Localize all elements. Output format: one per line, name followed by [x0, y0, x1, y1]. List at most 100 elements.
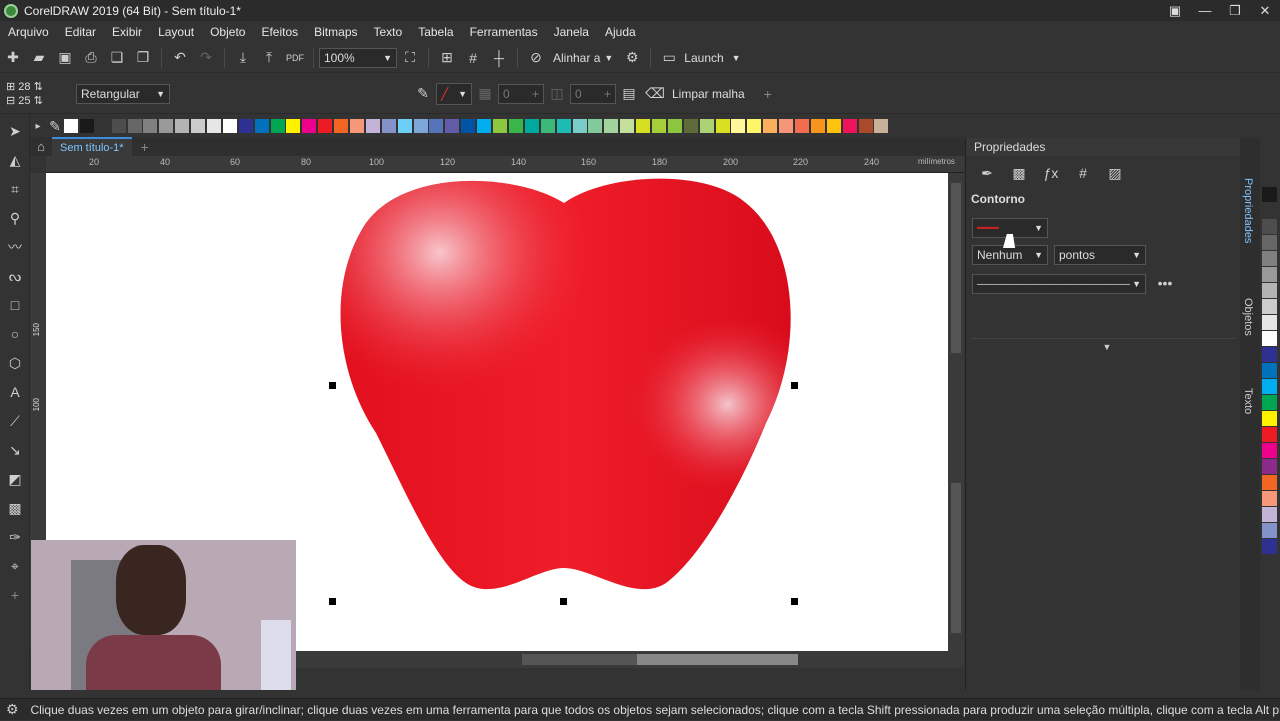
- align-dropdown[interactable]: Alinhar a: [553, 51, 600, 65]
- more-options-icon[interactable]: •••: [1154, 272, 1176, 294]
- palette-swatch[interactable]: [429, 119, 444, 133]
- menu-exibir[interactable]: Exibir: [104, 25, 150, 39]
- grid-icon[interactable]: #: [462, 47, 484, 69]
- palette-swatch[interactable]: [222, 119, 237, 133]
- menu-tabela[interactable]: Tabela: [410, 25, 461, 39]
- palette-swatch[interactable]: [683, 119, 698, 133]
- palette-swatch[interactable]: [477, 119, 492, 133]
- pdf-icon[interactable]: PDF: [284, 47, 306, 69]
- palette-swatch[interactable]: [397, 119, 412, 133]
- outline-pen-icon[interactable]: ✒: [976, 162, 998, 184]
- selection-handle[interactable]: [791, 382, 798, 389]
- pick-tool-icon[interactable]: ➤: [2, 118, 28, 144]
- palette-swatch[interactable]: [810, 119, 825, 133]
- launch-icon[interactable]: ▭: [658, 47, 680, 69]
- palette-swatch[interactable]: [651, 119, 666, 133]
- palette-swatch[interactable]: [731, 119, 746, 133]
- print-icon[interactable]: ⎙: [80, 47, 102, 69]
- selection-handle[interactable]: [329, 382, 336, 389]
- palette-scroll-left-icon[interactable]: ▸: [32, 115, 44, 137]
- tab-texto[interactable]: Texto: [1242, 388, 1254, 414]
- open-folder-icon[interactable]: ▰: [28, 47, 50, 69]
- fill-icon[interactable]: ▩: [1008, 162, 1030, 184]
- palette-swatch[interactable]: [1262, 507, 1277, 522]
- palette-swatch[interactable]: [1262, 283, 1277, 298]
- expand-chevron-icon[interactable]: ▼: [1096, 336, 1118, 358]
- outline-width-select[interactable]: Nenhum ▼: [972, 245, 1048, 265]
- rulers-icon[interactable]: ⊞: [436, 47, 458, 69]
- palette-swatch[interactable]: [445, 119, 460, 133]
- palette-swatch[interactable]: [365, 119, 380, 133]
- palette-swatch[interactable]: [286, 119, 301, 133]
- palette-swatch[interactable]: [302, 119, 317, 133]
- zoom-to-page-icon[interactable]: ⛶: [399, 47, 421, 69]
- rectangle-tool-icon[interactable]: □: [2, 292, 28, 318]
- palette-swatch[interactable]: [207, 119, 222, 133]
- palette-swatch[interactable]: [1262, 379, 1277, 394]
- palette-swatch[interactable]: [1262, 219, 1277, 234]
- guidelines-icon[interactable]: ┼: [488, 47, 510, 69]
- palette-swatch[interactable]: [1262, 427, 1277, 442]
- palette-swatch[interactable]: [350, 119, 365, 133]
- mesh-rows[interactable]: ⊟ 25 ⇅: [6, 94, 70, 108]
- palette-swatch[interactable]: [381, 119, 396, 133]
- tab-document[interactable]: Sem título-1*: [52, 137, 132, 156]
- palette-swatch[interactable]: [1262, 443, 1277, 458]
- copy-icon[interactable]: ❏: [106, 47, 128, 69]
- palette-swatch[interactable]: [588, 119, 603, 133]
- palette-swatch[interactable]: [763, 119, 778, 133]
- palette-swatch[interactable]: [1262, 491, 1277, 506]
- palette-swatch[interactable]: [747, 119, 762, 133]
- palette-swatch[interactable]: [1262, 267, 1277, 282]
- palette-swatch[interactable]: [1262, 459, 1277, 474]
- palette-swatch[interactable]: [270, 119, 285, 133]
- minimize-button[interactable]: —: [1190, 0, 1220, 21]
- palette-swatch[interactable]: [143, 119, 158, 133]
- palette-swatch[interactable]: [1262, 347, 1277, 362]
- palette-swatch[interactable]: [64, 119, 78, 133]
- palette-swatch[interactable]: [620, 119, 635, 133]
- palette-swatch[interactable]: [858, 119, 873, 133]
- text-tool-icon[interactable]: A: [2, 379, 28, 405]
- menu-ajuda[interactable]: Ajuda: [597, 25, 644, 39]
- palette-swatch[interactable]: [874, 119, 889, 133]
- clear-mesh-button[interactable]: Limpar malha: [672, 87, 745, 101]
- bezier-tool-icon[interactable]: ᔓ: [2, 263, 28, 289]
- crop-tool-icon[interactable]: ⌗: [2, 176, 28, 202]
- menu-texto[interactable]: Texto: [366, 25, 411, 39]
- palette-swatch[interactable]: [636, 119, 651, 133]
- export-icon[interactable]: ⤒: [258, 47, 280, 69]
- palette-swatch[interactable]: [254, 119, 269, 133]
- palette-swatch[interactable]: [699, 119, 714, 133]
- menu-arquivo[interactable]: Arquivo: [0, 25, 57, 39]
- palette-swatch[interactable]: [1262, 187, 1277, 202]
- redo-icon[interactable]: ↷: [195, 47, 217, 69]
- selection-handle[interactable]: [791, 598, 798, 605]
- clear-mesh-icon[interactable]: ⌫: [644, 83, 666, 105]
- eyedropper-tool-icon[interactable]: ✑: [2, 524, 28, 550]
- width-units-select[interactable]: pontos ▼: [1054, 245, 1146, 265]
- selection-handle[interactable]: [560, 598, 567, 605]
- undo-icon[interactable]: ↶: [169, 47, 191, 69]
- palette-swatch[interactable]: [159, 119, 174, 133]
- palette-swatch[interactable]: [111, 119, 126, 133]
- palette-swatch[interactable]: [1262, 411, 1277, 426]
- selection-handle[interactable]: [329, 598, 336, 605]
- shape-tool-icon[interactable]: ◭: [2, 147, 28, 173]
- transparency-icon[interactable]: ▦: [474, 83, 496, 105]
- zoom-select[interactable]: 100% ▼: [319, 47, 397, 68]
- smoothing-icon[interactable]: ◫: [546, 83, 568, 105]
- gear-icon[interactable]: ⚙: [621, 47, 643, 69]
- new-tab-icon[interactable]: +: [134, 136, 156, 158]
- palette-swatch[interactable]: [127, 119, 142, 133]
- eyedropper-icon[interactable]: ✎: [412, 83, 434, 105]
- add-tool-icon[interactable]: +: [2, 582, 28, 608]
- palette-swatch[interactable]: [779, 119, 794, 133]
- maximize-button[interactable]: ❐: [1220, 0, 1250, 21]
- palette-swatch[interactable]: [79, 119, 94, 133]
- dimension-tool-icon[interactable]: ⟋: [2, 408, 28, 434]
- palette-swatch[interactable]: [1262, 395, 1277, 410]
- palette-swatch[interactable]: [1262, 539, 1277, 554]
- menu-janela[interactable]: Janela: [546, 25, 597, 39]
- snap-icon[interactable]: ⊘: [525, 47, 547, 69]
